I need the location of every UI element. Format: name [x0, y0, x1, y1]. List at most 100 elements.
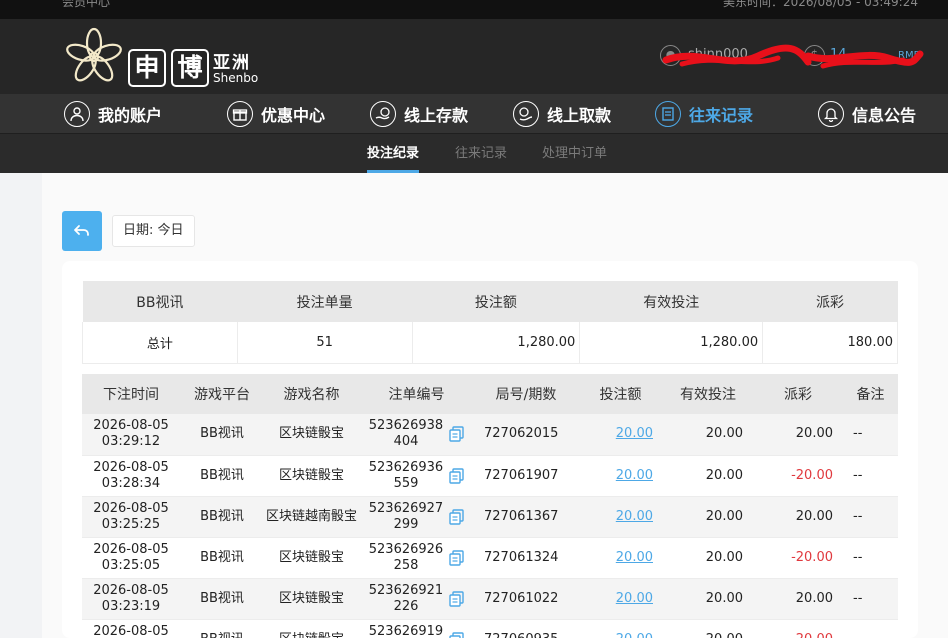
- bet-amount-link[interactable]: 20.00: [616, 550, 653, 565]
- bet-time: 03:29:12: [101, 434, 161, 450]
- game-name-cell: 区块链骰宝: [264, 455, 359, 497]
- bet-amount-cell: 20.00: [578, 537, 663, 579]
- tab-pending-orders[interactable]: 处理中订单: [542, 134, 607, 173]
- records-icon: [655, 101, 681, 127]
- logo-en-text: Shenbo: [213, 71, 259, 85]
- column-header[interactable]: 注单编号: [359, 374, 474, 414]
- bet-time-cell: 2026-08-05 03:25:25: [82, 496, 180, 538]
- tab-transactions[interactable]: 往来记录: [455, 134, 507, 173]
- nav-label-records: 往来记录: [689, 106, 754, 125]
- platform-cell: BB视讯: [180, 537, 264, 579]
- table-row: 2026-08-05 03:28:34 BB视讯 区块链骰宝 523626936 559 7…: [82, 455, 898, 497]
- nav-item-my-account[interactable]: 我的账户: [64, 94, 162, 134]
- game-name-cell: 区块链骰宝: [264, 578, 359, 620]
- tab-bet-records[interactable]: 投注纪录: [367, 134, 420, 173]
- note-cell: --: [843, 619, 898, 638]
- bet-id-cell: 523626919817: [359, 619, 474, 638]
- summary-total-label: 总计: [82, 322, 238, 364]
- round-cell: 727061907: [474, 455, 578, 497]
- summary-header: BB视讯: [82, 281, 238, 322]
- note-cell: --: [843, 496, 898, 538]
- column-header[interactable]: 游戏名称: [264, 374, 359, 414]
- copy-icon[interactable]: [449, 631, 464, 638]
- bet-amount-link[interactable]: 20.00: [616, 591, 653, 606]
- column-header[interactable]: 有效投注: [663, 374, 753, 414]
- bet-id-part1: 523626938: [368, 418, 444, 434]
- member-center-label: 会员中心: [62, 0, 111, 9]
- bet-date: 2026-08-05: [93, 500, 169, 516]
- bet-amount-link[interactable]: 20.00: [616, 632, 653, 638]
- bet-id-part1: 523626926: [368, 541, 444, 557]
- bet-time-cell: 2026-08-05 03:23:19: [82, 578, 180, 620]
- round-cell: 727060935: [474, 619, 578, 638]
- bet-amount-cell: 20.00: [578, 414, 663, 456]
- summary-bet-count: 51: [236, 322, 413, 364]
- summary-header: 投注单量: [237, 281, 412, 322]
- nav-item-withdraw[interactable]: 线上取款: [513, 94, 611, 134]
- bet-id-cell: 523626927 299: [359, 496, 474, 538]
- copy-icon[interactable]: [449, 508, 464, 525]
- valid-bet-cell: 20.00: [663, 414, 753, 456]
- nav-item-announcements[interactable]: 信息公告: [818, 94, 916, 134]
- bet-amount-link[interactable]: 20.00: [616, 509, 653, 524]
- nav-label-my-account: 我的账户: [98, 106, 163, 125]
- platform-cell: BB视讯: [180, 414, 264, 456]
- copy-icon[interactable]: [449, 467, 464, 484]
- bet-amount-link[interactable]: 20.00: [616, 468, 653, 483]
- nav-item-records[interactable]: 往来记录: [655, 94, 753, 134]
- dollar-icon: $: [804, 45, 825, 66]
- bet-time: 03:25:25: [101, 516, 161, 532]
- username-label[interactable]: shinn000: [688, 47, 748, 62]
- game-name-cell: 区块链骰宝: [264, 537, 359, 579]
- bet-id-part2: 226: [393, 598, 419, 614]
- platform-cell: BB视讯: [180, 578, 264, 620]
- logo-char-box-2: 博: [171, 49, 209, 87]
- copy-icon[interactable]: [449, 549, 464, 566]
- copy-icon[interactable]: [449, 590, 464, 607]
- bet-date: 2026-08-05: [93, 459, 169, 475]
- server-time-label: 美东时间：2026/08/05 - 03:49:24: [722, 0, 918, 9]
- table-row: 2026-08-05 03:25:25 BB视讯 区块链越南骰宝 523626927 29…: [82, 496, 898, 538]
- nav-item-promotions[interactable]: 优惠中心: [227, 94, 325, 134]
- bet-amount-cell: 20.00: [578, 619, 663, 638]
- column-header[interactable]: 游戏平台: [180, 374, 264, 414]
- bet-amount-link[interactable]: 20.00: [616, 426, 653, 441]
- column-header[interactable]: 派彩: [753, 374, 843, 414]
- nav-label-withdraw: 线上取款: [547, 106, 612, 125]
- bet-id-cell: 523626921 226: [359, 578, 474, 620]
- copy-icon[interactable]: [449, 426, 464, 442]
- note-cell: --: [843, 537, 898, 579]
- bet-id-part2: 559: [393, 475, 419, 491]
- round-cell: 727061324: [474, 537, 578, 579]
- column-header[interactable]: 局号/期数: [474, 374, 578, 414]
- payout-cell: -20.00: [753, 537, 843, 579]
- bet-amount-cell: 20.00: [578, 455, 663, 497]
- user-icon: [64, 101, 90, 127]
- bet-time: 03:23:19: [101, 598, 161, 614]
- bet-time-cell: 2026-08-0503:22:40: [82, 619, 180, 638]
- game-name-cell: 区块链骰宝: [264, 414, 359, 456]
- user-info-area: ● shinn000 $ 14 RMB: [658, 42, 928, 72]
- site-logo[interactable]: 申 博 亚洲 Shenbo: [62, 25, 302, 89]
- bet-time-cell: 2026-08-05 03:29:12: [82, 414, 180, 456]
- table-row: 2026-08-05 03:23:19 BB视讯 区块链骰宝 523626921 226 7…: [82, 578, 898, 620]
- bet-amount-cell: 20.00: [578, 578, 663, 620]
- bet-id-part1: 523626921: [368, 582, 444, 598]
- withdraw-icon: [513, 101, 539, 127]
- bet-id-cell: 523626936 559: [359, 455, 474, 497]
- back-arrow-icon: [74, 225, 89, 236]
- note-cell: --: [843, 414, 898, 456]
- round-cell: 727061022: [474, 578, 578, 620]
- column-header[interactable]: 下注时间: [82, 374, 180, 414]
- game-name-cell: 区块链骰宝: [264, 619, 359, 638]
- flower-logo-icon: [66, 27, 122, 82]
- back-button[interactable]: [62, 211, 102, 251]
- column-header[interactable]: 备注: [843, 374, 898, 414]
- column-header[interactable]: 投注额: [578, 374, 663, 414]
- platform-cell: BB视讯: [180, 455, 264, 497]
- nav-item-deposit[interactable]: 线上存款: [370, 94, 468, 134]
- bet-details-table: 下注时间 游戏平台 游戏名称 注单编号 局号/期数 投注额 有效投注 派彩 备注…: [82, 374, 898, 638]
- bet-amount-cell: 20.00: [578, 496, 663, 538]
- platform-cell: BB视讯: [180, 619, 264, 638]
- date-filter[interactable]: 日期: 今日: [112, 215, 195, 247]
